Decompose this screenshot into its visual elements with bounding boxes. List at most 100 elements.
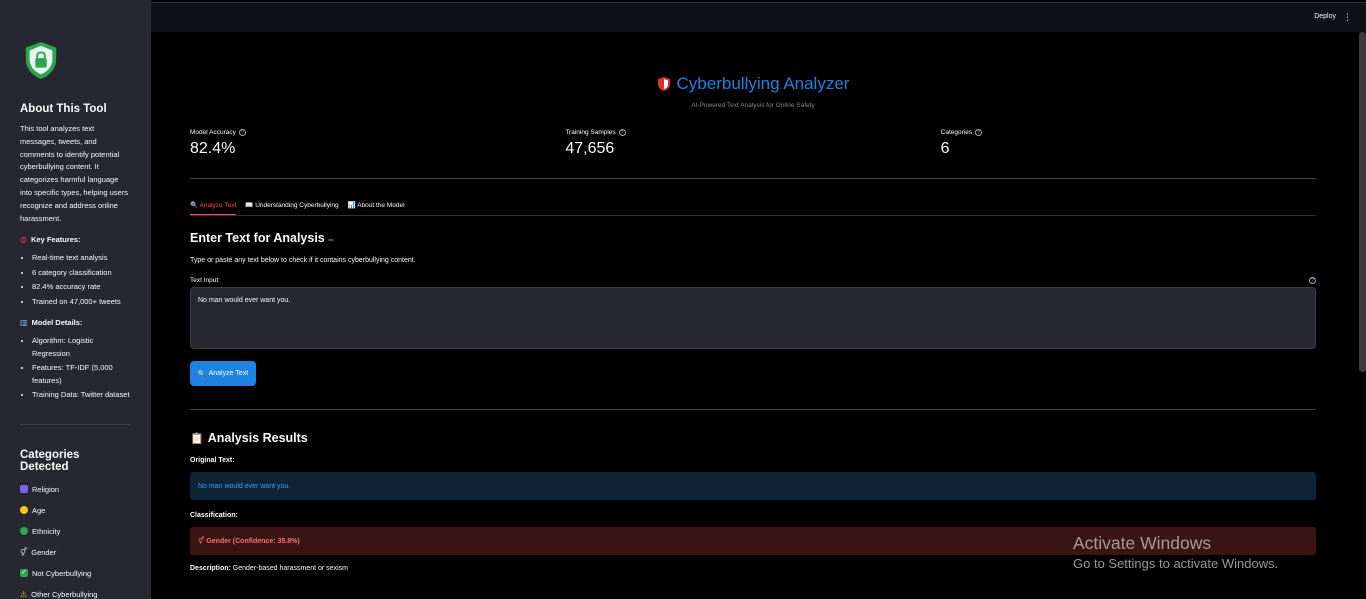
page-header: Cyberbullying Analyzer [190,74,1316,94]
gender-icon: ⚥ [20,547,28,557]
category-other-cyberbullying: ⚠ Other Cyberbullying [20,584,131,599]
key-features-list: Real-time text analysis 6 category class… [32,252,131,308]
sidebar: About This Tool This tool analyzes text … [0,0,151,599]
category-label: Age [32,505,46,515]
text-input[interactable]: No man would ever want you. [190,287,1316,349]
metric-label: Model Accuracy [190,129,236,136]
tab-label: About the Model [357,202,405,209]
main-menu-icon[interactable]: ⋮ [1343,12,1352,23]
religion-icon [20,485,28,494]
link-icon[interactable]: ∞ [328,237,333,244]
list-item: 82.4% accuracy rate [32,281,131,294]
clipboard-icon: 📋 [190,432,204,445]
category-religion: Religion [20,479,131,500]
category-age: Age [20,500,131,521]
warning-icon: ⚠ [20,589,28,599]
divider [190,178,1316,179]
model-details-heading: ▥ Model Details: [20,318,131,327]
deploy-button[interactable]: Deploy [1314,13,1336,20]
tab-label: Understanding Cyberbullying [255,202,339,209]
top-bar: Deploy ⋮ [151,2,1366,32]
classification-text: Gender (Confidence: 35.8%) [206,537,300,545]
app-window: About This Tool This tool analyzes text … [0,0,1366,599]
key-features-heading: ◎ Key Features: [20,235,131,244]
tab-bar: 🔍 Analyze Text 📖 Understanding Cyberbull… [190,201,1316,216]
book-icon: 📖 [245,202,254,209]
results-heading-text: Analysis Results [207,431,308,445]
target-icon: ◎ [20,235,27,245]
category-ethnicity: Ethnicity [20,521,131,542]
divider [190,409,1316,410]
original-text-label: Original Text: [190,457,235,464]
analysis-heading: Enter Text for Analysis ∞ [190,231,1316,245]
tab-understanding-cyberbullying[interactable]: 📖 Understanding Cyberbullying [245,201,338,215]
metric-label-row: Model Accuracy ? [190,129,565,136]
page-subtitle: AI-Powered Text Analysis for Online Safe… [691,102,815,109]
sidebar-divider [20,423,131,425]
watermark-line2: Go to Settings to activate Windows. [1073,556,1279,571]
category-label: Gender [31,547,57,557]
metric-label: Training Samples [565,129,616,136]
help-icon[interactable]: ? [1309,277,1316,284]
category-label: Ethnicity [32,526,61,536]
help-icon[interactable]: ? [975,129,983,136]
search-icon: 🔍 [197,370,207,378]
help-icon[interactable]: ? [238,129,246,136]
page-title: Cyberbullying Analyzer [676,74,850,93]
metric-label: Categories [940,129,973,136]
tab-label: Analyze Text [199,202,237,209]
results-heading: 📋 Analysis Results [190,431,1316,445]
input-label: Text Input: [190,277,220,284]
original-text-box: No man would ever want you. [190,472,1316,500]
input-label-row: Text Input: ? [190,277,1316,284]
metric-model-accuracy: Model Accuracy ? 82.4% [190,129,565,158]
metrics-row: Model Accuracy ? 82.4% Training Samples … [190,129,1316,158]
globe-icon [20,527,28,536]
gender-icon: ⚥ [198,538,205,545]
key-features-title: Key Features: [30,235,81,245]
classification-label: Classification: [190,512,238,519]
category-label: Religion [32,484,60,494]
shield-icon [657,77,670,91]
about-text: This tool analyzes text messages, tweets… [20,124,128,223]
list-item: 6 category classification [32,267,131,280]
bar-chart-icon: ▥ [20,318,28,328]
list-item: Algorithm: Logistic Regression [32,335,131,360]
analyze-text-button[interactable]: 🔍 Analyze Text [190,361,256,386]
metric-label-row: Categories ? [941,129,1316,136]
tab-about-the-model[interactable]: 📊 About the Model [348,201,405,215]
list-item: Trained on 47,000+ tweets [32,296,131,309]
category-not-cyberbullying: ✓ Not Cyberbullying [20,563,131,584]
metric-training-samples: Training Samples ? 47,656 [565,129,940,158]
metric-value: 47,656 [565,140,615,157]
watermark-line1: Activate Windows [1073,533,1212,553]
description-label: Description: [190,565,231,572]
category-gender: ⚥ Gender [20,542,131,563]
description-text: Gender-based harassment or sexism [232,565,348,572]
scrollbar[interactable] [1359,32,1366,372]
category-label: Other Cyberbullying [31,589,98,599]
metric-categories: Categories ? 6 [941,129,1316,158]
metric-value: 82.4% [190,140,236,157]
shield-lock-icon [25,41,57,79]
categories-title: Categories Detected [20,448,80,473]
metric-value: 6 [940,140,950,157]
list-item: Training Data: Twitter dataset [32,389,131,402]
analysis-instructions: Type or paste any text below to check if… [190,257,416,264]
bar-chart-icon: 📊 [347,202,356,209]
list-item: Features: TF-IDF (5,000 features) [32,362,131,387]
face-icon [20,506,28,515]
main-content: Cyberbullying Analyzer AI-Powered Text A… [190,32,1316,572]
model-details-title: Model Details: [31,318,83,328]
model-details-list: Algorithm: Logistic Regression Features:… [32,335,131,402]
analysis-heading-text: Enter Text for Analysis [190,231,325,245]
activate-windows-watermark: Activate Windows Go to Settings to activ… [1073,533,1278,571]
tab-analyze-text[interactable]: 🔍 Analyze Text [190,201,237,215]
about-title: About This Tool [20,103,107,115]
help-icon[interactable]: ? [618,129,626,136]
search-icon: 🔍 [190,202,199,209]
metric-label-row: Training Samples ? [565,129,940,136]
check-icon: ✓ [20,569,28,578]
analyze-button-label: Analyze Text [208,370,249,377]
category-label: Not Cyberbullying [32,568,92,578]
